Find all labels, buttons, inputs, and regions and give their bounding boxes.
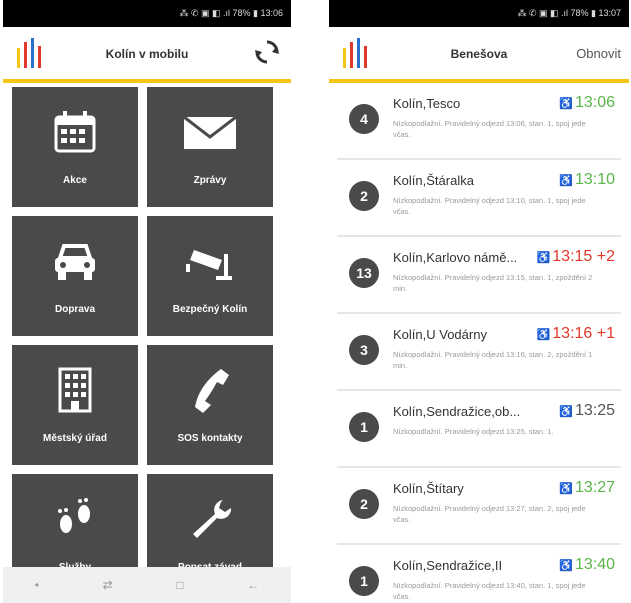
- tile-label: SOS kontakty: [177, 433, 243, 444]
- departure-time: ♿ 13:06: [559, 94, 615, 112]
- wheelchair-icon: ♿: [559, 98, 573, 110]
- stop-name: Kolín,U Vodárny: [393, 327, 487, 342]
- stop-name: Kolín,Karlovo námě...: [393, 250, 518, 265]
- departure-row[interactable]: 3 Kolín,U Vodárny ♿ 13:16 +1 Nízkopodlažní. …: [337, 314, 621, 391]
- departure-time: ♿ 13:25: [559, 402, 615, 420]
- departure-description: Nízkopodlažní. Pravidelný odjezd 13:27, …: [393, 504, 586, 524]
- departure-time: ♿ 13:10: [559, 171, 615, 189]
- menu-grid: Akce Zprávy Doprava Bezpečný Kolín Městs…: [12, 87, 282, 594]
- phone-screen-menu: ⁂ ✆ ▣ ◧ .ıl 78% ▮ 13:06 Kolín v mobilu A…: [3, 0, 291, 603]
- departure-time: ♿ 13:16 +1: [537, 325, 615, 343]
- refresh-button[interactable]: Obnovit: [576, 46, 621, 61]
- time-value: 13:10: [574, 171, 615, 188]
- stop-name: Kolín,Tesco: [393, 96, 461, 111]
- tile-mestsky-urad[interactable]: Městský úřad: [12, 345, 138, 465]
- car-icon: [55, 244, 95, 280]
- time-value: 13:40: [574, 556, 615, 573]
- tile-zpravy[interactable]: Zprávy: [147, 87, 273, 207]
- departure-row[interactable]: 1 Kolín,Sendražice,II ♿ 13:40 Nízkopodlažní.…: [337, 545, 621, 603]
- tile-label: Zprávy: [193, 175, 227, 186]
- footprints-icon: [58, 498, 90, 533]
- app-logo-icon: [343, 38, 367, 68]
- departure-list: 4 Kolín,Tesco ♿ 13:06 Nízkopodlažní. Pravide…: [329, 83, 629, 603]
- status-bar: ⁂ ✆ ▣ ◧ .ıl 78% ▮ 13:07: [329, 0, 629, 27]
- wheelchair-icon: ♿: [559, 406, 573, 418]
- wrench-icon: [193, 500, 232, 538]
- tile-sos-kontakty[interactable]: SOS kontakty: [147, 345, 273, 465]
- stop-name: Kolín,Štítary: [393, 481, 464, 496]
- line-badge: 13: [349, 258, 379, 288]
- time-value: 13:25: [574, 402, 615, 419]
- departure-description: Nízkopodlažní. Pravidelný odjezd 13:06, …: [393, 119, 586, 139]
- wheelchair-icon: ♿: [559, 175, 573, 187]
- time-value: 13:06: [574, 94, 615, 111]
- line-badge: 2: [349, 181, 379, 211]
- wheelchair-icon: ♿: [559, 560, 573, 572]
- stop-name: Kolín,Sendražice,II: [393, 558, 503, 573]
- tile-label: Akce: [63, 175, 87, 186]
- departure-time: ♿ 13:15 +2: [537, 248, 615, 266]
- departure-time: ♿ 13:40: [559, 556, 615, 574]
- time-value: 13:27: [574, 479, 615, 496]
- stop-name: Kolín,Štáralka: [393, 173, 474, 188]
- tile-akce[interactable]: Akce: [12, 87, 138, 207]
- departure-description: Nízkopodlažní. Pravidelný odjezd 13:40, …: [393, 581, 586, 601]
- wheelchair-icon: ♿: [536, 252, 551, 264]
- departure-row[interactable]: 2 Kolín,Štáralka ♿ 13:10 Nízkopodlažní. Prav…: [337, 160, 621, 237]
- line-badge: 1: [349, 412, 379, 442]
- tile-bezpecny-kolin[interactable]: Bezpečný Kolín: [147, 216, 273, 336]
- line-badge: 2: [349, 489, 379, 519]
- line-badge: 1: [349, 566, 379, 596]
- calendar-icon: [54, 111, 96, 153]
- tile-label: Bezpečný Kolín: [172, 304, 248, 315]
- tile-doprava[interactable]: Doprava: [12, 216, 138, 336]
- wheelchair-icon: ♿: [536, 329, 551, 341]
- line-badge: 3: [349, 335, 379, 365]
- app-title: Kolín v mobilu: [105, 47, 189, 61]
- app-bar: Kolín v mobilu: [3, 27, 291, 79]
- tile-label: Městský úřad: [43, 433, 107, 444]
- departure-time: ♿ 13:27: [559, 479, 615, 497]
- nav-dot[interactable]: •: [35, 578, 39, 592]
- nav-home[interactable]: □: [176, 578, 183, 592]
- departure-description: Nízkopodlažní. Pravidelný odjezd 13:25, …: [393, 427, 554, 436]
- time-value: 13:15 +2: [552, 248, 615, 265]
- time-value: 13:16 +1: [552, 325, 615, 342]
- departure-row[interactable]: 13 Kolín,Karlovo námě... ♿ 13:15 +2 Nízkopod…: [337, 237, 621, 314]
- app-logo-icon: [17, 38, 41, 68]
- camera-icon: [186, 250, 232, 280]
- envelope-icon: [183, 115, 237, 149]
- nav-back[interactable]: ←: [247, 578, 259, 592]
- wheelchair-icon: ♿: [559, 483, 573, 495]
- stop-title: Benešova: [450, 47, 508, 61]
- tile-label: Doprava: [54, 304, 95, 315]
- departure-row[interactable]: 2 Kolín,Štítary ♿ 13:27 Nízkopodlažní. Pravi…: [337, 468, 621, 545]
- departure-description: Nízkopodlažní. Pravidelný odjezd 13:16, …: [393, 350, 593, 370]
- stop-name: Kolín,Sendražice,ob...: [393, 404, 521, 419]
- accent-bar: [3, 79, 291, 83]
- status-bar: ⁂ ✆ ▣ ◧ .ıl 78% ▮ 13:06: [3, 0, 291, 27]
- phone-screen-departures: ⁂ ✆ ▣ ◧ .ıl 78% ▮ 13:07 Benešova Obnovit…: [329, 0, 629, 603]
- departure-row[interactable]: 4 Kolín,Tesco ♿ 13:06 Nízkopodlažní. Pravide…: [337, 83, 621, 160]
- departure-row[interactable]: 1 Kolín,Sendražice,ob... ♿ 13:25 Nízkopodlaž…: [337, 391, 621, 468]
- line-badge: 4: [349, 104, 379, 134]
- departure-description: Nízkopodlažní. Pravidelný odjezd 13:10, …: [393, 196, 586, 216]
- phone-icon: [195, 369, 229, 413]
- system-nav-bar: • ⇄ □ ←: [3, 567, 291, 603]
- nav-recent-apps[interactable]: ⇄: [103, 578, 113, 592]
- refresh-icon[interactable]: [253, 38, 281, 66]
- departure-description: Nízkopodlažní. Pravidelný odjezd 13:15, …: [393, 273, 593, 293]
- app-bar: Benešova Obnovit: [329, 27, 629, 79]
- building-icon: [58, 367, 92, 413]
